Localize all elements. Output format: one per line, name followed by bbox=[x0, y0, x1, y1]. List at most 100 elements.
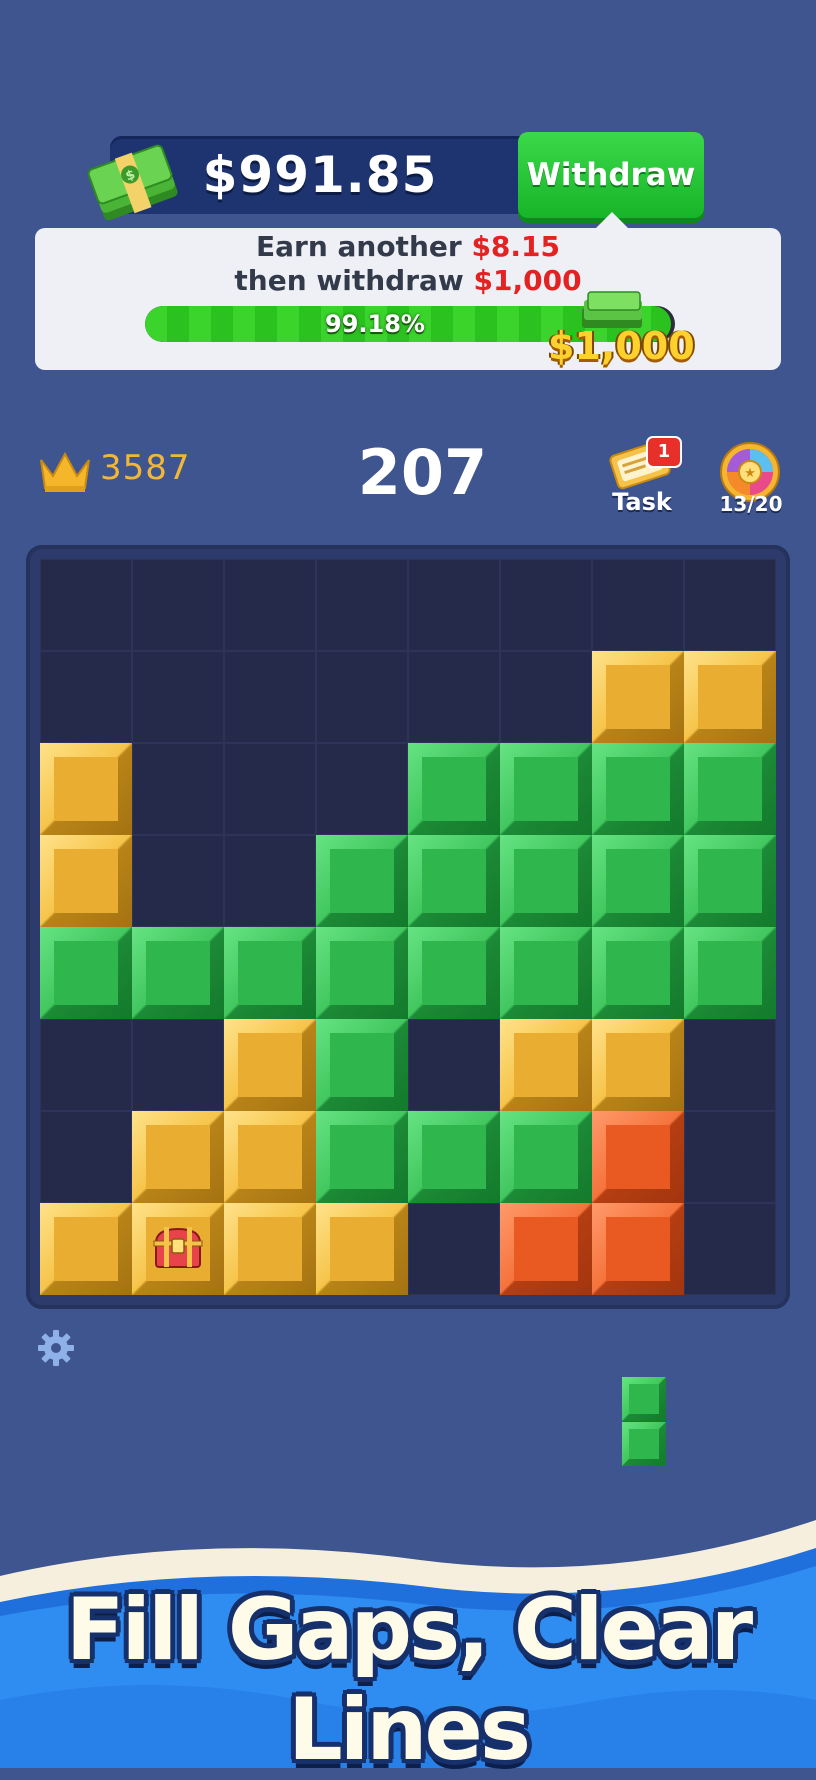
green-block bbox=[408, 927, 500, 1019]
green-block bbox=[500, 927, 592, 1019]
empty-cell[interactable] bbox=[316, 559, 408, 651]
next-piece-block[interactable] bbox=[622, 1422, 666, 1466]
withdraw-button[interactable]: Withdraw bbox=[518, 132, 704, 218]
green-block bbox=[40, 927, 132, 1019]
gold-block bbox=[592, 1019, 684, 1111]
withdraw-text: then withdraw bbox=[234, 264, 474, 297]
task-badge: 1 bbox=[646, 436, 682, 468]
block-face bbox=[422, 941, 486, 1005]
next-piece[interactable] bbox=[622, 1377, 666, 1467]
empty-cell[interactable] bbox=[408, 559, 500, 651]
block-face bbox=[606, 665, 670, 729]
gold-block bbox=[592, 651, 684, 743]
empty-cell[interactable] bbox=[500, 651, 592, 743]
empty-cell[interactable] bbox=[40, 559, 132, 651]
block-face bbox=[606, 1125, 670, 1189]
gold-block bbox=[224, 1111, 316, 1203]
block-face bbox=[238, 1033, 302, 1097]
block-face bbox=[514, 1033, 578, 1097]
empty-cell[interactable] bbox=[408, 1203, 500, 1295]
green-block bbox=[684, 927, 776, 1019]
empty-cell[interactable] bbox=[316, 743, 408, 835]
block-face bbox=[606, 1033, 670, 1097]
current-score: 207 bbox=[357, 436, 488, 509]
empty-cell[interactable] bbox=[316, 651, 408, 743]
empty-cell[interactable] bbox=[224, 743, 316, 835]
gold-block bbox=[224, 1203, 316, 1295]
block-face bbox=[330, 1033, 394, 1097]
green-block bbox=[316, 1019, 408, 1111]
block-face bbox=[629, 1384, 659, 1414]
block-face bbox=[146, 941, 210, 1005]
block-face bbox=[422, 1125, 486, 1189]
block-face bbox=[606, 941, 670, 1005]
empty-cell[interactable] bbox=[132, 1019, 224, 1111]
orange-block bbox=[500, 1203, 592, 1295]
gear-icon[interactable] bbox=[36, 1328, 76, 1368]
block-face bbox=[54, 849, 118, 913]
empty-cell[interactable] bbox=[132, 835, 224, 927]
svg-text:★: ★ bbox=[744, 466, 756, 481]
block-face bbox=[698, 757, 762, 821]
block-face bbox=[330, 941, 394, 1005]
green-block bbox=[132, 927, 224, 1019]
gold-block bbox=[684, 651, 776, 743]
green-block bbox=[408, 1111, 500, 1203]
empty-cell[interactable] bbox=[132, 651, 224, 743]
prize-label: $1,000 bbox=[548, 324, 695, 368]
gold-block bbox=[40, 743, 132, 835]
block-face bbox=[330, 1217, 394, 1281]
green-block bbox=[224, 927, 316, 1019]
empty-cell[interactable] bbox=[684, 559, 776, 651]
empty-cell[interactable] bbox=[408, 651, 500, 743]
treasure-chest-icon bbox=[153, 1227, 203, 1268]
block-face bbox=[330, 849, 394, 913]
wheel-label: 13/20 bbox=[719, 492, 783, 516]
green-block bbox=[500, 743, 592, 835]
empty-cell[interactable] bbox=[224, 651, 316, 743]
block-face bbox=[514, 1125, 578, 1189]
block-face bbox=[238, 1125, 302, 1189]
gold-block bbox=[500, 1019, 592, 1111]
empty-cell[interactable] bbox=[40, 651, 132, 743]
slogan-text: Fill Gaps, Clear Lines bbox=[65, 1580, 753, 1780]
empty-cell[interactable] bbox=[408, 1019, 500, 1111]
empty-cell[interactable] bbox=[684, 1203, 776, 1295]
empty-cell[interactable] bbox=[224, 835, 316, 927]
empty-cell[interactable] bbox=[132, 559, 224, 651]
green-block bbox=[316, 835, 408, 927]
block-face bbox=[146, 1125, 210, 1189]
gold-block bbox=[316, 1203, 408, 1295]
empty-cell[interactable] bbox=[500, 559, 592, 651]
block-face bbox=[514, 757, 578, 821]
green-block bbox=[592, 927, 684, 1019]
gold-block bbox=[40, 835, 132, 927]
block-face bbox=[629, 1429, 659, 1459]
game-board[interactable] bbox=[40, 559, 776, 1295]
orange-block bbox=[592, 1111, 684, 1203]
empty-cell[interactable] bbox=[40, 1019, 132, 1111]
next-piece-block[interactable] bbox=[622, 1377, 666, 1421]
orange-block bbox=[592, 1203, 684, 1295]
empty-cell[interactable] bbox=[132, 743, 224, 835]
green-block bbox=[500, 1111, 592, 1203]
task-label: Task bbox=[612, 488, 672, 516]
empty-cell[interactable] bbox=[684, 1111, 776, 1203]
block-face bbox=[606, 757, 670, 821]
earn-line: Earn another $8.15 bbox=[35, 230, 781, 263]
empty-cell[interactable] bbox=[40, 1111, 132, 1203]
green-block bbox=[408, 743, 500, 835]
green-block bbox=[408, 835, 500, 927]
progress-percent: 99.18% bbox=[325, 310, 425, 338]
empty-cell[interactable] bbox=[684, 1019, 776, 1111]
block-face bbox=[330, 1125, 394, 1189]
empty-cell[interactable] bbox=[592, 559, 684, 651]
empty-cell[interactable] bbox=[224, 559, 316, 651]
green-block bbox=[316, 1111, 408, 1203]
cash-stack-icon: $ bbox=[87, 144, 178, 221]
green-block bbox=[592, 835, 684, 927]
gold-block bbox=[224, 1019, 316, 1111]
block-face bbox=[422, 849, 486, 913]
block-face bbox=[54, 941, 118, 1005]
block-face bbox=[514, 849, 578, 913]
